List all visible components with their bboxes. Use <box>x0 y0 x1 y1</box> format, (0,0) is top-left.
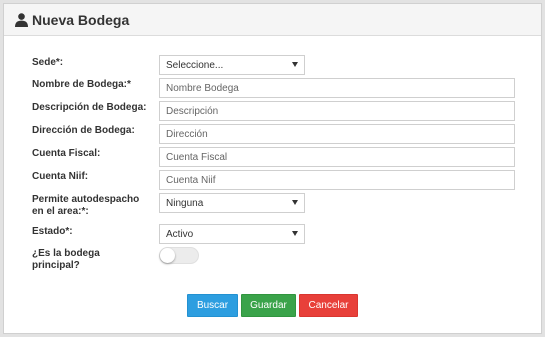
autodespacho-select[interactable]: Ninguna <box>159 193 305 213</box>
estado-select[interactable]: Activo <box>159 224 305 244</box>
direccion-label: Dirección de Bodega: <box>32 125 135 136</box>
new-warehouse-panel: Nueva Bodega Sede*: Seleccione... Nombre… <box>3 3 542 334</box>
autodespacho-label: Permite autodespacho en el area:*: <box>32 194 139 218</box>
sede-select-value: Seleccione... <box>166 59 224 71</box>
guardar-button[interactable]: Guardar <box>241 294 296 317</box>
cuenta-fiscal-label: Cuenta Fiscal: <box>32 148 101 159</box>
principal-toggle[interactable] <box>159 247 199 264</box>
sede-select[interactable]: Seleccione... <box>159 55 305 75</box>
sede-label: Sede*: <box>32 57 64 68</box>
cuenta-niif-input[interactable] <box>159 170 515 190</box>
cuenta-fiscal-input[interactable] <box>159 147 515 167</box>
principal-label-line1: ¿Es la bodega <box>32 248 100 259</box>
estado-select-value: Activo <box>166 228 194 240</box>
toggle-knob[interactable] <box>160 248 175 263</box>
buscar-button[interactable]: Buscar <box>187 294 238 317</box>
chevron-down-icon <box>292 62 298 67</box>
nombre-label: Nombre de Bodega:* <box>32 79 131 90</box>
page-title: Nueva Bodega <box>32 11 130 28</box>
autodespacho-label-line2: en el area:*: <box>32 206 89 217</box>
cuenta-niif-label: Cuenta Niif: <box>32 171 89 182</box>
principal-label-line2: principal? <box>32 260 80 271</box>
descripcion-label: Descripción de Bodega: <box>32 102 147 113</box>
autodespacho-select-value: Ninguna <box>166 197 204 209</box>
user-icon <box>15 12 28 27</box>
direccion-input[interactable] <box>159 124 515 144</box>
panel-header: Nueva Bodega <box>4 4 541 36</box>
chevron-down-icon <box>292 200 298 205</box>
descripcion-input[interactable] <box>159 101 515 121</box>
chevron-down-icon <box>292 231 298 236</box>
cancelar-button[interactable]: Cancelar <box>299 294 358 317</box>
autodespacho-label-line1: Permite autodespacho <box>32 194 140 205</box>
principal-label: ¿Es la bodega principal? <box>32 248 100 272</box>
estado-label: Estado*: <box>32 226 73 237</box>
nombre-bodega-input[interactable] <box>159 78 515 98</box>
